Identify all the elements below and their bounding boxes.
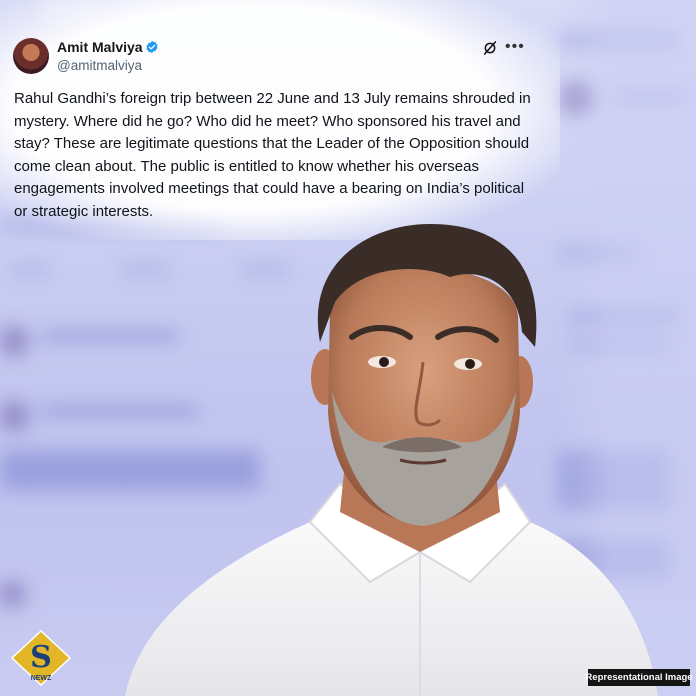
author-name[interactable]: Amit Malviya bbox=[57, 39, 143, 55]
avatar[interactable] bbox=[13, 38, 49, 74]
brand-logo: S NEWZ bbox=[11, 630, 71, 686]
author-handle[interactable]: @amitmalviya bbox=[57, 58, 142, 73]
logo-letter: S bbox=[30, 640, 52, 675]
grok-icon[interactable] bbox=[482, 40, 498, 56]
logo-subtext: NEWZ bbox=[31, 675, 52, 682]
verified-badge-icon bbox=[146, 40, 158, 54]
more-options-icon[interactable]: ••• bbox=[505, 38, 525, 56]
post-text: Rahul Gandhi’s foreign trip between 22 J… bbox=[14, 90, 531, 220]
image-caption: Representational Image bbox=[585, 669, 693, 686]
portrait-photo bbox=[125, 224, 658, 696]
